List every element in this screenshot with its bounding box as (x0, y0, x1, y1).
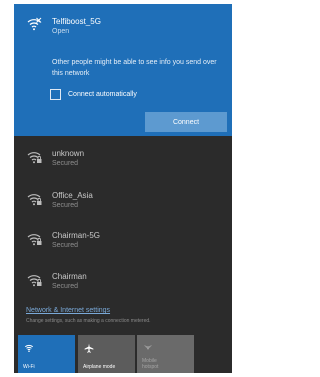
airplane-tile-label: Airplane mode (83, 364, 116, 370)
network-status: Secured (52, 242, 79, 249)
selected-network-name: Telfiboost_5G (52, 17, 101, 26)
wifi-toggle-tile[interactable]: Wi-Fi (18, 335, 75, 373)
network-settings-description: Change settings, such as making a connec… (26, 318, 151, 324)
wifi-secured-icon (26, 191, 42, 207)
network-item[interactable]: Office_Asia Secured (14, 187, 232, 221)
selected-network-status: Open (52, 28, 70, 35)
wifi-secured-icon (26, 231, 42, 247)
network-name: unknown (52, 149, 85, 158)
connect-automatically-label: Connect automatically (68, 90, 137, 98)
wifi-unsecured-icon (26, 16, 42, 32)
network-name: Chairman (52, 272, 87, 281)
connect-automatically-checkbox[interactable] (50, 88, 61, 100)
network-settings-link[interactable]: Network & Internet settings (26, 307, 110, 314)
network-flyout: Telfiboost_5G Open Other people might be… (14, 4, 232, 373)
network-name: Office_Asia (52, 191, 93, 200)
wifi-tile-label: Wi-Fi (23, 364, 35, 370)
network-item[interactable]: unknown Secured (14, 145, 232, 179)
wifi-secured-icon (26, 149, 42, 165)
mobile-hotspot-tile[interactable]: Mobile hotspot (137, 335, 194, 373)
open-network-warning: Other people might be able to see info y… (52, 59, 217, 77)
network-status: Secured (52, 202, 79, 209)
network-item[interactable]: Chairman-5G Secured (14, 227, 232, 261)
connect-button[interactable]: Connect (145, 112, 227, 132)
selected-network-panel[interactable]: Telfiboost_5G Open Other people might be… (14, 4, 232, 136)
wifi-icon (24, 340, 34, 358)
hotspot-tile-label: Mobile hotspot (142, 358, 159, 370)
airplane-icon (84, 340, 94, 358)
network-item[interactable]: Chairman Secured (14, 268, 232, 302)
hotspot-icon (143, 340, 153, 358)
airplane-mode-tile[interactable]: Airplane mode (78, 335, 135, 373)
network-status: Secured (52, 160, 79, 167)
network-status: Secured (52, 283, 79, 290)
network-name: Chairman-5G (52, 231, 101, 240)
wifi-secured-icon (26, 272, 42, 288)
connect-automatically-row[interactable]: Connect automatically (50, 88, 137, 100)
